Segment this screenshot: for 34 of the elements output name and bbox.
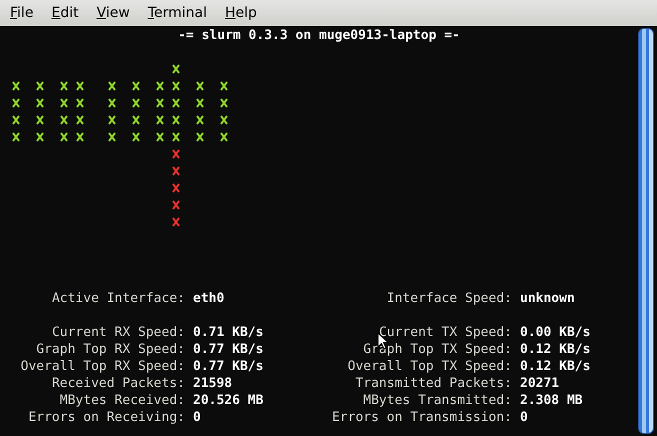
scrollbar[interactable] — [638, 28, 654, 434]
stat-value: 0.77 KB/s — [193, 341, 264, 358]
menu-item[interactable]: View — [90, 5, 136, 21]
stat-label: MBytes Transmitted: — [362, 392, 512, 409]
stat-label: Graph Top RX Speed: — [35, 341, 185, 358]
stat-value: 0.71 KB/s — [193, 324, 264, 341]
menu-item[interactable]: Edit — [45, 5, 85, 21]
stat-label: Errors on Transmission: — [330, 409, 512, 426]
stat-label: Active Interface: — [50, 290, 185, 307]
menu-item[interactable]: File — [4, 5, 40, 21]
stat-value: 0.00 KB/s — [520, 324, 590, 341]
stat-value: 20.526 MB — [193, 392, 264, 409]
stat-value: 0.77 KB/s — [193, 358, 264, 375]
stat-label: Errors on Receiving: — [27, 409, 185, 426]
stat-value: 0.12 KB/s — [520, 341, 590, 358]
menu-item[interactable]: Help — [219, 5, 263, 21]
menu-item[interactable]: Terminal — [142, 5, 213, 21]
terminal-title: -= slurm 0.3.3 on muge0913-laptop =- — [177, 27, 461, 44]
stat-value: unknown — [520, 290, 575, 307]
stat-value: 20271 — [520, 375, 560, 392]
stat-label: Current RX Speed: — [50, 324, 185, 341]
stat-value: 21598 — [193, 375, 232, 392]
stat-label: Current TX Speed: — [378, 324, 512, 341]
stat-label: Overall Top TX Speed: — [346, 358, 512, 375]
stat-value: 0 — [193, 409, 201, 426]
stat-value: 2.308 MB — [520, 392, 583, 409]
stat-label: MBytes Received: — [58, 392, 185, 409]
stat-label: Transmitted Packets: — [354, 375, 512, 392]
stat-label: Interface Speed: — [386, 290, 512, 307]
stat-value: 0.12 KB/s — [520, 358, 590, 375]
stat-value: eth0 — [193, 290, 224, 307]
stat-value: 0 — [520, 409, 528, 426]
stat-label: Overall Top RX Speed: — [20, 358, 185, 375]
stat-label: Received Packets: — [50, 375, 185, 392]
